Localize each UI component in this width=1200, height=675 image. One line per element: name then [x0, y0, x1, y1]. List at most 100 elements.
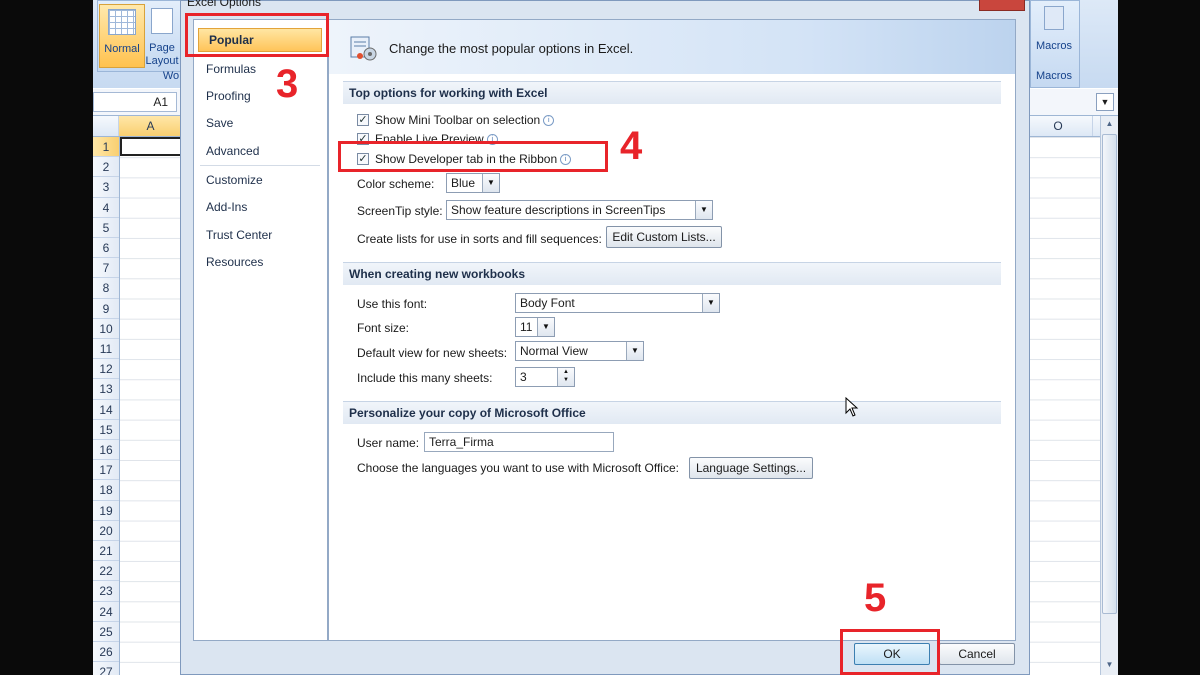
- scroll-up-arrow-icon[interactable]: ▲: [1102, 118, 1117, 130]
- section-header-personalize: Personalize your copy of Microsoft Offic…: [343, 401, 1001, 424]
- default-view-value: Normal View: [520, 344, 588, 358]
- excel-options-dialog: Excel Options Popular Formulas Proofing …: [180, 0, 1030, 675]
- spinner-arrows-icon[interactable]: ▲ ▼: [557, 368, 574, 386]
- page-layout-button[interactable]: Page Layout: [145, 4, 179, 67]
- sidebar-item-resources[interactable]: Resources: [206, 255, 263, 269]
- sidebar-item-proofing[interactable]: Proofing: [206, 89, 251, 103]
- highlight-box-popular: [185, 13, 329, 57]
- normal-view-button[interactable]: Normal: [99, 4, 145, 68]
- row-header[interactable]: 16: [93, 440, 119, 461]
- font-size-select[interactable]: 11 ▼: [515, 317, 555, 337]
- highlight-box-ok: [840, 629, 940, 675]
- dropdown-arrow-icon: ▼: [482, 174, 499, 192]
- row-header[interactable]: 14: [93, 400, 119, 420]
- row-header[interactable]: 10: [93, 319, 119, 339]
- macros-label: Macros: [1035, 40, 1073, 52]
- default-view-label: Default view for new sheets:: [357, 346, 508, 360]
- dropdown-arrow-icon: ▼: [702, 294, 719, 312]
- sheets-spinner[interactable]: 3 ▲ ▼: [515, 367, 575, 387]
- sidebar-item-advanced[interactable]: Advanced: [206, 144, 259, 158]
- row-header[interactable]: 9: [93, 299, 119, 319]
- mini-toolbar-checkbox[interactable]: ✓: [357, 114, 369, 126]
- page-layout-label: Page Layout: [145, 42, 179, 67]
- row-header[interactable]: 25: [93, 622, 119, 642]
- panel-header-title: Change the most popular options in Excel…: [389, 41, 634, 56]
- row-header[interactable]: 22: [93, 561, 119, 582]
- user-name-input[interactable]: Terra_Firma: [424, 432, 614, 452]
- row-header[interactable]: 18: [93, 480, 119, 501]
- row-header[interactable]: 4: [93, 198, 119, 218]
- color-scheme-label: Color scheme:: [357, 177, 435, 191]
- row-header[interactable]: 13: [93, 379, 119, 400]
- row-header[interactable]: 20: [93, 521, 119, 541]
- cancel-button[interactable]: Cancel: [939, 643, 1015, 665]
- options-main-panel: Change the most popular options in Excel…: [328, 19, 1016, 641]
- row-header[interactable]: 19: [93, 501, 119, 521]
- expand-formula-bar-button[interactable]: ▼: [1096, 93, 1114, 111]
- section-title: Personalize your copy of Microsoft Offic…: [349, 406, 586, 420]
- step-5-label: 5: [864, 576, 887, 620]
- color-scheme-select[interactable]: Blue ▼: [446, 173, 500, 193]
- active-cell-a1[interactable]: [120, 137, 183, 156]
- sheets-value: 3: [520, 370, 527, 384]
- row-header[interactable]: 8: [93, 278, 119, 299]
- macros-group-label: Macros: [1035, 70, 1073, 82]
- row-header[interactable]: 7: [93, 258, 119, 279]
- scroll-down-arrow-icon[interactable]: ▼: [1102, 659, 1117, 671]
- row-header[interactable]: 1: [93, 137, 119, 158]
- font-label: Use this font:: [357, 297, 428, 311]
- section-title: When creating new workbooks: [349, 267, 526, 281]
- row-header[interactable]: 12: [93, 359, 119, 380]
- dropdown-arrow-icon: ▼: [695, 201, 712, 219]
- dropdown-arrow-icon: ▼: [626, 342, 643, 360]
- row-header[interactable]: 21: [93, 541, 119, 562]
- edit-custom-lists-button[interactable]: Edit Custom Lists...: [606, 226, 722, 248]
- row-header[interactable]: 26: [93, 642, 119, 663]
- row-header[interactable]: 17: [93, 460, 119, 481]
- custom-lists-label: Create lists for use in sorts and fill s…: [357, 232, 602, 246]
- color-scheme-value: Blue: [451, 176, 476, 190]
- row-header[interactable]: 6: [93, 238, 119, 259]
- info-icon[interactable]: i: [543, 115, 555, 127]
- font-select[interactable]: Body Font ▼: [515, 293, 720, 313]
- column-header-a[interactable]: A: [119, 116, 183, 136]
- row-header[interactable]: 23: [93, 581, 119, 602]
- vertical-scrollbar[interactable]: ▲ ▼: [1100, 116, 1118, 675]
- letterbox-right: [1118, 0, 1200, 675]
- sidebar-item-trust-center[interactable]: Trust Center: [206, 228, 272, 242]
- section-title: Top options for working with Excel: [349, 86, 548, 100]
- sidebar-item-add-ins[interactable]: Add-Ins: [206, 200, 247, 214]
- scroll-thumb[interactable]: [1102, 134, 1117, 614]
- column-header-o[interactable]: O: [1023, 116, 1093, 136]
- sidebar-item-save[interactable]: Save: [206, 116, 233, 130]
- sidebar-item-customize[interactable]: Customize: [206, 173, 263, 187]
- select-all-corner[interactable]: [93, 116, 119, 136]
- sheets-label: Include this many sheets:: [357, 371, 493, 385]
- name-box[interactable]: A1: [93, 92, 177, 112]
- highlight-box-developer-tab: [338, 141, 608, 172]
- normal-view-label: Normal: [104, 43, 140, 55]
- mini-toolbar-row: Show Mini Toolbar on selection i: [375, 113, 555, 127]
- macros-icon: [1044, 6, 1064, 30]
- default-view-select[interactable]: Normal View ▼: [515, 341, 644, 361]
- languages-label: Choose the languages you want to use wit…: [357, 461, 679, 475]
- row-header[interactable]: 5: [93, 218, 119, 238]
- row-header[interactable]: 24: [93, 602, 119, 622]
- sidebar-divider: [200, 165, 320, 166]
- row-header[interactable]: 2: [93, 157, 119, 178]
- language-settings-button[interactable]: Language Settings...: [689, 457, 813, 479]
- row-header[interactable]: 15: [93, 420, 119, 440]
- row-header[interactable]: 11: [93, 339, 119, 360]
- row-header[interactable]: 3: [93, 177, 119, 198]
- dropdown-arrow-icon: ▼: [537, 318, 554, 336]
- screentip-label: ScreenTip style:: [357, 204, 443, 218]
- sidebar-item-formulas[interactable]: Formulas: [206, 62, 256, 76]
- close-button[interactable]: [979, 0, 1025, 11]
- workbook-views-group-label: Wo: [162, 70, 180, 82]
- user-name-label: User name:: [357, 436, 420, 450]
- screentip-select[interactable]: Show feature descriptions in ScreenTips ▼: [446, 200, 713, 220]
- panel-header: Change the most popular options in Excel…: [329, 20, 1015, 74]
- dialog-title: Excel Options: [187, 0, 262, 9]
- section-header-top-options: Top options for working with Excel: [343, 81, 1001, 104]
- row-header[interactable]: 27: [93, 662, 119, 675]
